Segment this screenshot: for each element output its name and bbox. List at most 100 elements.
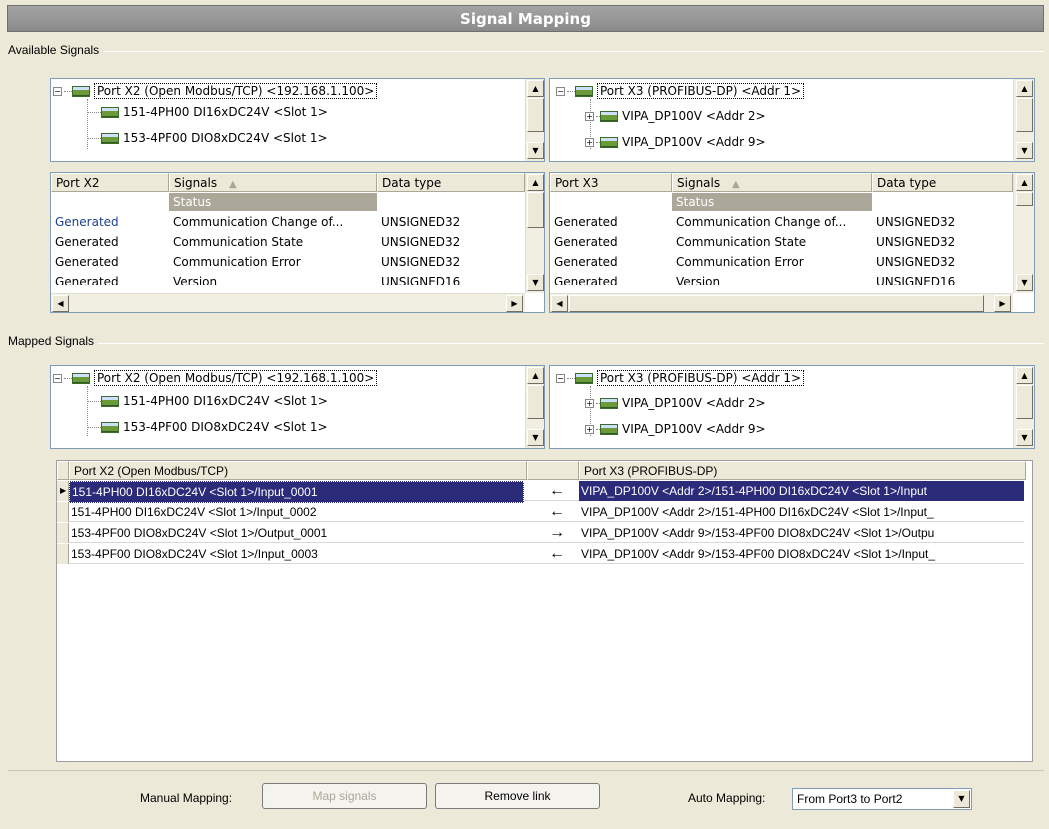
vertical-scrollbar[interactable]: ▲ ▼ (525, 79, 544, 161)
row-selector-icon[interactable] (57, 544, 69, 564)
mapped-right-tree[interactable]: − Port X3 (PROFIBUS-DP) <Addr 1> + VIPA_DP… (549, 365, 1035, 449)
tree-node-151-4ph00[interactable]: 151-4PH00 DI16xDC24V <Slot 1> (101, 103, 328, 121)
scroll-up-icon[interactable]: ▲ (527, 367, 544, 384)
tree-node-port-x3[interactable]: − Port X3 (PROFIBUS-DP) <Addr 1> (556, 369, 805, 387)
table-cell: Communication Error (676, 255, 804, 269)
scroll-up-icon[interactable]: ▲ (1016, 174, 1033, 191)
expand-icon[interactable]: + (585, 138, 594, 147)
tree-node-vipa-addr9[interactable]: + VIPA_DP100V <Addr 9> (585, 133, 766, 151)
row-selector-icon[interactable]: ▶ (57, 481, 69, 501)
expand-icon[interactable]: + (585, 425, 594, 434)
scroll-right-icon[interactable]: ▶ (994, 295, 1011, 312)
horizontal-scrollbar[interactable]: ◀ ▶ (550, 293, 1013, 312)
scroll-up-icon[interactable]: ▲ (1016, 367, 1033, 384)
mapped-left-tree[interactable]: − Port X2 (Open Modbus/TCP) <192.168.1.10… (50, 365, 545, 449)
tree-node-label: 153-4PF00 DIO8xDC24V <Slot 1> (123, 131, 328, 145)
tree-node-vipa-addr2[interactable]: + VIPA_DP100V <Addr 2> (585, 394, 766, 412)
vertical-scrollbar[interactable]: ▲ ▼ (1013, 173, 1034, 293)
column-header-data-type[interactable]: Data type (872, 173, 1013, 192)
scroll-right-icon[interactable]: ▶ (506, 295, 523, 312)
column-header-signals[interactable]: Signals ▲ (672, 173, 872, 192)
scroll-left-icon[interactable]: ◀ (52, 295, 69, 312)
scroll-up-icon[interactable]: ▲ (527, 174, 544, 191)
port-module-icon (72, 373, 90, 384)
vertical-scrollbar[interactable]: ▲ ▼ (525, 366, 544, 448)
table-cell: Generated (55, 255, 119, 269)
row-selector-icon[interactable] (57, 502, 69, 522)
vertical-scrollbar[interactable]: ▲ ▼ (525, 173, 544, 293)
column-header-port-x2[interactable]: Port X2 (Open Modbus/TCP) (69, 461, 527, 480)
scroll-thumb[interactable] (569, 295, 984, 312)
available-left-tree[interactable]: − Port X2 (Open Modbus/TCP) <192.168.1.10… (50, 78, 545, 162)
collapse-icon[interactable]: − (556, 87, 565, 96)
tree-node-vipa-addr9[interactable]: + VIPA_DP100V <Addr 9> (585, 420, 766, 438)
mapping-left-signal: 153-4PF00 DIO8xDC24V <Slot 1>/Output_000… (71, 526, 328, 540)
tree-node-label: 151-4PH00 DI16xDC24V <Slot 1> (123, 394, 328, 408)
port-module-icon (575, 373, 593, 384)
tree-node-153-4pf00[interactable]: 153-4PF00 DIO8xDC24V <Slot 1> (101, 418, 328, 436)
expand-icon[interactable]: + (585, 399, 594, 408)
tree-node-151-4ph00[interactable]: 151-4PH00 DI16xDC24V <Slot 1> (101, 392, 328, 410)
tree-node-port-x3[interactable]: − Port X3 (PROFIBUS-DP) <Addr 1> (556, 82, 805, 100)
arrow-right-icon: → (549, 524, 565, 541)
scroll-thumb[interactable] (1016, 98, 1033, 132)
scroll-down-icon[interactable]: ▼ (1016, 429, 1033, 446)
vertical-scrollbar[interactable]: ▲ ▼ (1013, 366, 1034, 448)
tree-node-153-4pf00[interactable]: 153-4PF00 DIO8xDC24V <Slot 1> (101, 129, 328, 147)
scroll-down-icon[interactable]: ▼ (1016, 274, 1033, 291)
tree-node-vipa-addr2[interactable]: + VIPA_DP100V <Addr 2> (585, 107, 766, 125)
table-cell: UNSIGNED16 (876, 275, 956, 285)
scroll-up-icon[interactable]: ▲ (1016, 80, 1033, 97)
table-cell: UNSIGNED32 (381, 235, 461, 249)
tree-node-label: Port X2 (Open Modbus/TCP) <192.168.1.100… (94, 370, 378, 386)
vertical-scrollbar[interactable]: ▲ ▼ (1013, 79, 1034, 161)
scroll-down-icon[interactable]: ▼ (527, 274, 544, 291)
remove-link-button[interactable]: Remove link (435, 783, 600, 809)
column-header-data-type[interactable]: Data type (377, 173, 525, 192)
mapping-row[interactable]: 153-4PF00 DIO8xDC24V <Slot 1>/Output_000… (57, 523, 1024, 543)
scroll-thumb[interactable] (527, 98, 544, 132)
collapse-icon[interactable]: − (53, 374, 62, 383)
column-header-port[interactable]: Port X3 (550, 173, 672, 192)
tree-node-label: 151-4PH00 DI16xDC24V <Slot 1> (123, 105, 328, 119)
tree-node-port-x2[interactable]: − Port X2 (Open Modbus/TCP) <192.168.1.10… (53, 369, 378, 387)
scroll-down-icon[interactable]: ▼ (1016, 142, 1033, 159)
scroll-left-icon[interactable]: ◀ (551, 295, 568, 312)
column-header-signals[interactable]: Signals ▲ (169, 173, 377, 192)
scroll-down-icon[interactable]: ▼ (527, 429, 544, 446)
arrow-left-icon: ← (549, 503, 565, 520)
auto-mapping-select[interactable]: From Port3 to Port2 ▼ (792, 788, 972, 810)
scroll-thumb[interactable] (1016, 192, 1033, 206)
footer-divider (8, 770, 1044, 771)
column-header-direction[interactable] (527, 461, 579, 480)
scroll-thumb[interactable] (1016, 385, 1033, 419)
mapped-links-table[interactable]: Port X2 (Open Modbus/TCP) Port X3 (PROFI… (56, 460, 1033, 762)
mapping-row[interactable]: ▶ 151-4PH00 DI16xDC24V <Slot 1>/Input_00… (57, 481, 1024, 503)
scroll-thumb[interactable] (527, 192, 544, 228)
horizontal-scrollbar[interactable]: ◀ ▶ (51, 293, 525, 312)
expand-icon[interactable]: + (585, 112, 594, 121)
group-row-status: Status (169, 193, 377, 211)
available-right-table[interactable]: Port X3 Signals ▲ Data type Status Gener… (549, 172, 1035, 313)
column-header-port[interactable]: Port X2 (51, 173, 169, 192)
collapse-icon[interactable]: − (53, 87, 62, 96)
scroll-down-icon[interactable]: ▼ (527, 142, 544, 159)
column-header-signals-label: Signals (677, 176, 721, 190)
mapping-right-signal: VIPA_DP100V <Addr 9>/153-4PF00 DIO8xDC24… (581, 547, 935, 561)
scroll-thumb[interactable] (527, 385, 544, 419)
map-signals-button[interactable]: Map signals (262, 783, 427, 809)
module-icon (101, 422, 119, 433)
chevron-down-icon[interactable]: ▼ (953, 790, 970, 808)
row-selector-icon[interactable] (57, 523, 69, 543)
tree-node-port-x2[interactable]: − Port X2 (Open Modbus/TCP) <192.168.1.10… (53, 82, 378, 100)
auto-mapping-label: Auto Mapping: (688, 791, 766, 805)
tree-node-label: Port X2 (Open Modbus/TCP) <192.168.1.100… (94, 83, 378, 99)
available-right-tree[interactable]: − Port X3 (PROFIBUS-DP) <Addr 1> + VIPA_DP… (549, 78, 1035, 162)
collapse-icon[interactable]: − (556, 374, 565, 383)
mapping-row[interactable]: 153-4PF00 DIO8xDC24V <Slot 1>/Input_0003… (57, 544, 1024, 564)
available-left-table[interactable]: Port X2 Signals ▲ Data type Status Gener… (50, 172, 545, 313)
auto-mapping-value: From Port3 to Port2 (797, 792, 903, 806)
mapping-row[interactable]: 151-4PH00 DI16xDC24V <Slot 1>/Input_0002… (57, 502, 1024, 522)
scroll-up-icon[interactable]: ▲ (527, 80, 544, 97)
column-header-port-x3[interactable]: Port X3 (PROFIBUS-DP) (579, 461, 1026, 480)
